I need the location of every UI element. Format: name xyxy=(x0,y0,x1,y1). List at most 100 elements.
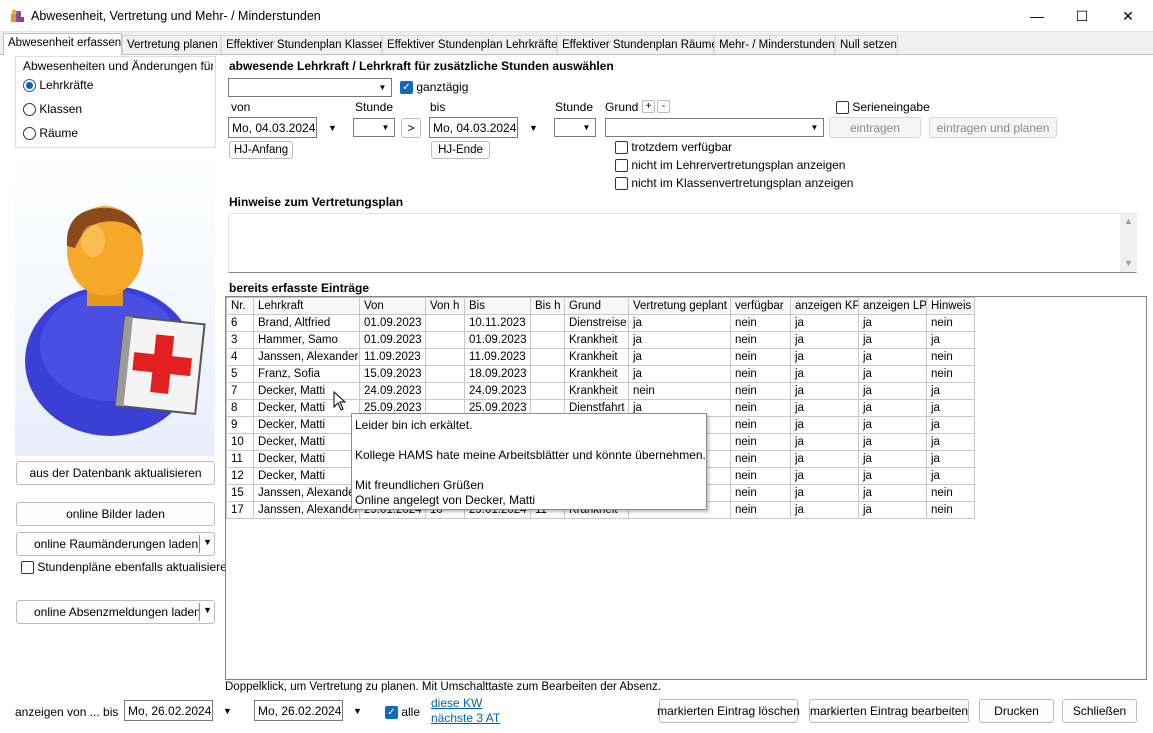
load-absences-button[interactable]: online Absenzmeldungen laden ▼ xyxy=(16,600,215,624)
table-cell xyxy=(530,314,565,332)
trotzdem-verfuegbar-checkbox[interactable]: trotzdem verfügbar xyxy=(615,140,732,155)
bis-stunde-combo[interactable]: ▼ xyxy=(554,118,596,137)
teacher-select-heading: abwesende Lehrkraft / Lehrkraft für zusä… xyxy=(229,59,614,73)
tab-vertretung-planen[interactable]: Vertretung planen xyxy=(122,35,221,55)
table-cell: nein xyxy=(730,382,791,400)
diese-kw-link[interactable]: diese KW xyxy=(431,696,482,710)
chevron-down-icon[interactable]: ▼ xyxy=(203,605,212,615)
table-cell: Hammer, Samo xyxy=(253,331,360,349)
table-cell: 17 xyxy=(226,501,254,519)
table-cell: nein xyxy=(730,331,791,349)
table-cell: ja xyxy=(926,399,975,417)
eintragen-button[interactable]: eintragen xyxy=(829,117,921,138)
app-icon xyxy=(9,8,25,24)
table-row[interactable]: 6 Brand, Altfried 01.09.2023 10.11.2023 Dien… xyxy=(226,314,975,332)
nicht-lehrerplan-checkbox[interactable]: nicht im Lehrervertretungsplan anzeigen xyxy=(615,158,845,173)
table-row[interactable]: 5 Franz, Sofia 15.09.2023 18.09.2023 Krankhe… xyxy=(226,365,975,383)
von-date-dropdown[interactable]: ▼ xyxy=(319,117,346,138)
bis-date-field[interactable]: Mo, 04.03.2024 xyxy=(429,117,518,138)
load-room-changes-button[interactable]: online Raumänderungen laden ▼ xyxy=(16,532,215,556)
teacher-combo[interactable]: ▼ xyxy=(228,78,392,97)
alle-checkbox[interactable]: ✓ alle xyxy=(385,705,420,720)
close-button[interactable]: Schließen xyxy=(1062,699,1137,723)
tab-mehr-minderstunden[interactable]: Mehr- / Minderstunden xyxy=(714,35,835,55)
column-header[interactable]: Bis xyxy=(464,297,531,315)
table-cell: 3 xyxy=(226,331,254,349)
type-group-title: Abwesenheiten und Änderungen für... xyxy=(23,59,213,73)
close-window-button[interactable]: ✕ xyxy=(1105,0,1151,32)
table-cell: ja xyxy=(858,484,927,502)
ganztaegig-checkbox[interactable]: ✓ ganztägig xyxy=(400,80,468,95)
tooltip-line: Leider bin ich erkältet. xyxy=(355,418,473,432)
column-header[interactable]: Bis h xyxy=(530,297,565,315)
tab-abwesenheit-erfassen[interactable]: Abwesenheit erfassen xyxy=(3,33,122,55)
to-date-field[interactable]: Mo, 26.02.2024 xyxy=(254,700,343,721)
table-row[interactable]: 3 Hammer, Samo 01.09.2023 01.09.2023 Krankhe… xyxy=(226,331,975,349)
table-row[interactable]: 4 Janssen, Alexander 11.09.2023 11.09.2023 K… xyxy=(226,348,975,366)
window-title: Abwesenheit, Vertretung und Mehr- / Mind… xyxy=(31,9,321,23)
scroll-down-icon[interactable]: ▼ xyxy=(1124,258,1133,268)
table-cell: ja xyxy=(790,416,859,434)
column-header[interactable]: Lehrkraft xyxy=(253,297,360,315)
column-header[interactable]: Nr. xyxy=(226,297,254,315)
column-header[interactable]: anzeigen KP xyxy=(790,297,859,315)
von-stunde-combo[interactable]: ▼ xyxy=(353,118,395,137)
column-header[interactable]: anzeigen LP xyxy=(858,297,927,315)
chevron-down-icon[interactable]: ▼ xyxy=(203,537,212,547)
print-button[interactable]: Drucken xyxy=(979,699,1054,723)
tab-stundenplan-klassen[interactable]: Effektiver Stundenplan Klassen xyxy=(221,35,386,55)
table-cell: Janssen, Alexander xyxy=(253,348,360,366)
nicht-klassenplan-checkbox[interactable]: nicht im Klassenvertretungsplan anzeigen xyxy=(615,176,853,191)
table-header: Nr. Lehrkraft Von Von h Bis Bis h Grund Vertret… xyxy=(226,297,975,315)
maximize-button[interactable]: ☐ xyxy=(1059,0,1105,32)
column-header[interactable]: verfügbar xyxy=(730,297,791,315)
serieneingabe-checkbox[interactable]: Serieneingabe xyxy=(836,100,930,115)
anzeigen-label: anzeigen von ... bis xyxy=(15,705,119,719)
table-cell: nein xyxy=(730,484,791,502)
delete-entry-button[interactable]: markierten Eintrag löschen xyxy=(657,699,800,723)
column-header[interactable]: Von h xyxy=(425,297,465,315)
chevron-down-icon[interactable]: ▼ xyxy=(375,80,390,95)
teacher-illustration xyxy=(15,156,215,456)
scroll-up-icon[interactable]: ▲ xyxy=(1124,216,1133,226)
hj-anfang-button[interactable]: HJ-Anfang xyxy=(229,141,293,159)
table-cell: ja xyxy=(858,399,927,417)
table-cell: ja xyxy=(926,450,975,468)
load-images-button[interactable]: online Bilder laden xyxy=(16,502,215,526)
table-cell: ja xyxy=(926,433,975,451)
radio-raeume[interactable]: Räume xyxy=(23,126,78,141)
table-cell: 6 xyxy=(226,314,254,332)
grund-remove-button[interactable]: - xyxy=(657,100,670,113)
tab-stundenplan-raeume[interactable]: Effektiver Stundenplan Räume xyxy=(557,35,718,55)
naechste-3-at-link[interactable]: nächste 3 AT xyxy=(431,711,500,725)
tab-null-setzen[interactable]: Null setzen xyxy=(835,35,898,55)
column-header[interactable]: Von xyxy=(359,297,426,315)
hj-ende-button[interactable]: HJ-Ende xyxy=(431,141,490,159)
minimize-button[interactable]: — xyxy=(1014,0,1060,32)
tab-stundenplan-lehrkraefte[interactable]: Effektiver Stundenplan Lehrkräfte xyxy=(382,35,557,55)
radio-klassen[interactable]: Klassen xyxy=(23,102,82,117)
column-header[interactable]: Vertretung geplant xyxy=(628,297,731,315)
hinweise-textarea[interactable] xyxy=(228,213,1137,273)
refresh-db-button[interactable]: aus der Datenbank aktualisieren xyxy=(16,461,215,485)
to-date-dropdown[interactable]: ▼ xyxy=(344,700,371,721)
radio-lehrkraefte[interactable]: Lehrkräfte xyxy=(23,78,93,93)
bis-date-dropdown[interactable]: ▼ xyxy=(520,117,547,138)
update-timetables-checkbox[interactable]: Stundenpläne ebenfalls aktualisieren xyxy=(21,560,234,575)
column-header[interactable]: Hinweis xyxy=(926,297,975,315)
column-header[interactable]: Grund xyxy=(564,297,629,315)
table-cell: ja xyxy=(858,450,927,468)
eintragen-planen-button[interactable]: eintragen und planen xyxy=(929,117,1057,138)
grund-add-button[interactable]: + xyxy=(642,100,655,113)
grund-label: Grund xyxy=(605,100,639,114)
from-date-dropdown[interactable]: ▼ xyxy=(214,700,241,721)
edit-entry-button[interactable]: markierten Eintrag bearbeiten xyxy=(809,699,969,723)
mouse-cursor-icon xyxy=(333,390,347,414)
from-date-field[interactable]: Mo, 26.02.2024 xyxy=(124,700,213,721)
hinweise-scrollbar[interactable]: ▲ ▼ xyxy=(1120,214,1137,272)
copy-date-button[interactable]: > xyxy=(401,118,421,138)
von-date-field[interactable]: Mo, 04.03.2024 xyxy=(228,117,317,138)
table-cell: ja xyxy=(790,348,859,366)
grund-combo[interactable]: ▼ xyxy=(605,118,824,137)
von-label: von xyxy=(231,100,251,114)
